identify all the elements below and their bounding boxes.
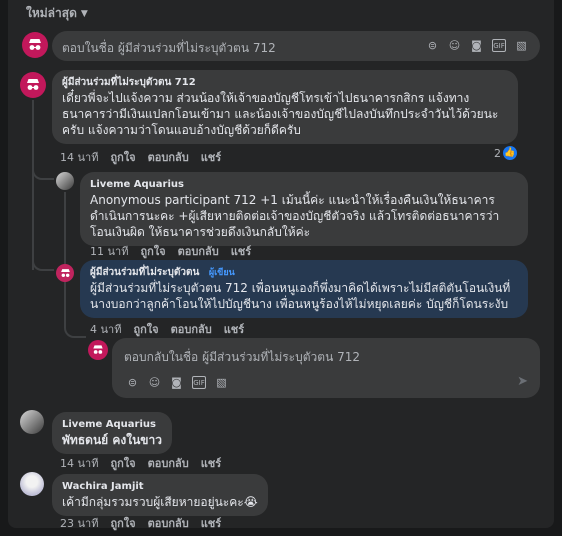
emoji-icon[interactable]: ⊜ bbox=[126, 376, 139, 389]
thread-elbow bbox=[32, 255, 54, 271]
reply-button[interactable]: ตอบกลับ bbox=[148, 514, 189, 532]
reply-input[interactable]: ตอบกลับในชื่อ ผู้มีส่วนร่วมที่ไม่ระบุตัว… bbox=[112, 338, 540, 398]
smiley-icon[interactable]: ☺ bbox=[448, 39, 461, 52]
emoji-icon[interactable]: ⊜ bbox=[426, 39, 439, 52]
reply-button[interactable]: ตอบกลับ bbox=[148, 454, 189, 472]
share-button[interactable]: แชร์ bbox=[224, 320, 244, 338]
anonymous-avatar bbox=[20, 72, 46, 98]
reply-button[interactable]: ตอบกลับ bbox=[171, 320, 212, 338]
like-button[interactable]: ถูกใจ bbox=[110, 148, 135, 166]
comment-bubble: Wachira Jamjit เค้ามีกลุ่มรวมรวบผู้เสียห… bbox=[52, 474, 268, 516]
comment-actions: 4 นาที ถูกใจ ตอบกลับ แชร์ bbox=[90, 320, 244, 338]
comment-author[interactable]: Wachira Jamjit bbox=[62, 480, 258, 494]
comment-bubble: Liveme Aquarius Anonymous participant 71… bbox=[80, 172, 528, 246]
comment-actions: 23 นาที ถูกใจ ตอบกลับ แชร์ bbox=[60, 514, 221, 532]
user-avatar[interactable] bbox=[56, 172, 74, 190]
gif-icon[interactable]: GIF bbox=[192, 376, 206, 389]
sticker-icon[interactable]: ▧ bbox=[215, 376, 228, 389]
top-comment-input[interactable]: ตอบในชื่อ ผู้มีส่วนร่วมที่ไม่ระบุตัวตน 7… bbox=[52, 31, 540, 61]
comment-time[interactable]: 23 นาที bbox=[60, 514, 98, 532]
anonymous-icon bbox=[60, 268, 70, 277]
like-button[interactable]: ถูกใจ bbox=[110, 514, 135, 532]
comment-text: ผู้มีส่วนร่วมที่ไม่ระบุตัวตน 712 เพื่อนห… bbox=[90, 281, 511, 311]
comment-time[interactable]: 4 นาที bbox=[90, 320, 121, 338]
comment-placeholder: ตอบในชื่อ ผู้มีส่วนร่วมที่ไม่ระบุตัวตน 7… bbox=[62, 41, 276, 55]
user-avatar[interactable] bbox=[20, 410, 44, 434]
anonymous-icon bbox=[29, 39, 41, 50]
like-icon: 👍 bbox=[503, 146, 517, 160]
anonymous-avatar bbox=[88, 340, 108, 360]
comment-actions: 14 นาที ถูกใจ ตอบกลับ แชร์ bbox=[60, 148, 221, 166]
smiley-icon[interactable]: ☺ bbox=[148, 376, 161, 389]
comment-actions: 11 นาที ถูกใจ ตอบกลับ แชร์ bbox=[90, 242, 251, 260]
share-button[interactable]: แชร์ bbox=[201, 148, 221, 166]
share-button[interactable]: แชร์ bbox=[201, 514, 221, 532]
comment-author-row: ผู้มีส่วนร่วมที่ไม่ระบุตัวตน ผู้เขียน bbox=[90, 266, 518, 280]
anonymous-icon bbox=[27, 79, 39, 90]
comment-time[interactable]: 14 นาที bbox=[60, 148, 98, 166]
sticker-icon[interactable]: ▧ bbox=[515, 39, 528, 52]
reaction-count[interactable]: 2 👍 bbox=[494, 146, 517, 160]
comment-text: Anonymous participant 712 +1 เม้นนี้ค่ะ … bbox=[90, 193, 500, 239]
comment-time[interactable]: 11 นาที bbox=[90, 242, 128, 260]
like-button[interactable]: ถูกใจ bbox=[140, 242, 165, 260]
comment-bubble: ผู้มีส่วนร่วมที่ไม่ระบุตัวตน 712 เดี๋ยวพ… bbox=[52, 70, 518, 144]
send-icon[interactable]: ➤ bbox=[517, 374, 528, 389]
camera-icon[interactable]: ◙ bbox=[170, 376, 183, 389]
comment-actions: 14 นาที ถูกใจ ตอบกลับ แชร์ bbox=[60, 454, 221, 472]
comment-time[interactable]: 14 นาที bbox=[60, 454, 98, 472]
like-button[interactable]: ถูกใจ bbox=[110, 454, 135, 472]
anonymous-avatar bbox=[22, 32, 48, 58]
thread-line bbox=[32, 100, 34, 270]
anonymous-icon bbox=[93, 345, 103, 354]
reply-button[interactable]: ตอบกลับ bbox=[178, 242, 219, 260]
comment-bubble: ผู้มีส่วนร่วมที่ไม่ระบุตัวตน ผู้เขียน ผู… bbox=[80, 260, 528, 318]
thread-elbow bbox=[64, 282, 86, 338]
author-badge: ผู้เขียน bbox=[208, 268, 235, 278]
comment-author[interactable]: Liveme Aquarius bbox=[90, 178, 518, 192]
reaction-number: 2 bbox=[494, 146, 501, 160]
comment-author[interactable]: Liveme Aquarius bbox=[62, 418, 162, 432]
reply-placeholder: ตอบกลับในชื่อ ผู้มีส่วนร่วมที่ไม่ระบุตัว… bbox=[124, 350, 360, 364]
reply-button[interactable]: ตอบกลับ bbox=[148, 148, 189, 166]
gif-icon[interactable]: GIF bbox=[492, 39, 506, 52]
like-button[interactable]: ถูกใจ bbox=[133, 320, 158, 338]
share-button[interactable]: แชร์ bbox=[201, 454, 221, 472]
composer-icons: ⊜ ☺ ◙ GIF ▧ bbox=[426, 39, 528, 52]
thread-elbow bbox=[32, 166, 54, 180]
sort-dropdown[interactable]: ใหม่ล่าสุด ▼ bbox=[26, 4, 88, 23]
comment-bubble: Liveme Aquarius พัทธดนย์ คงในขาว bbox=[52, 412, 172, 454]
user-avatar[interactable] bbox=[20, 472, 44, 496]
comment-author[interactable]: ผู้มีส่วนร่วมที่ไม่ระบุตัวตน bbox=[90, 267, 199, 278]
share-button[interactable]: แชร์ bbox=[231, 242, 251, 260]
comment-author[interactable]: ผู้มีส่วนร่วมที่ไม่ระบุตัวตน 712 bbox=[62, 76, 508, 90]
camera-icon[interactable]: ◙ bbox=[470, 39, 483, 52]
sort-label: ใหม่ล่าสุด bbox=[26, 6, 77, 20]
chevron-down-icon: ▼ bbox=[80, 8, 88, 19]
comment-text: เค้ามีกลุ่มรวมรวบผู้เสียหายอยู่นะคะ😭 bbox=[62, 495, 258, 509]
comments-panel: ใหม่ล่าสุด ▼ ตอบในชื่อ ผู้มีส่วนร่วมที่ไ… bbox=[8, 0, 554, 530]
comment-text: พัทธดนย์ คงในขาว bbox=[62, 433, 162, 447]
composer-icons: ⊜ ☺ ◙ GIF ▧ bbox=[126, 376, 228, 389]
anonymous-avatar bbox=[56, 264, 74, 282]
comment-text: เดี๋ยวพี่จะไปแจ้งความ ส่วนน้องให้เจ้าของ… bbox=[62, 91, 499, 137]
